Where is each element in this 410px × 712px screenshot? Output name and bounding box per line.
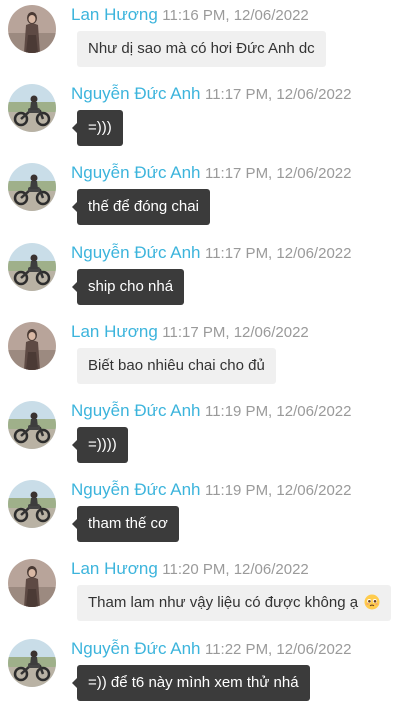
message-timestamp: 11:19 PM, 12/06/2022 <box>204 403 352 420</box>
message-header: Lan Hương 11:20 PM, 12/06/2022 <box>71 559 309 580</box>
message-bubble[interactable]: Như dị sao mà có hơi Đức Anh dc <box>77 31 326 67</box>
message-header: Nguyễn Đức Anh 11:17 PM, 12/06/2022 <box>71 243 351 264</box>
message-bubble[interactable]: thế để đóng chai <box>72 189 210 226</box>
sender-name[interactable]: Lan Hương <box>71 559 158 578</box>
sender-name[interactable]: Lan Hương <box>71 5 158 24</box>
message-text: Biết bao nhiêu chai cho đủ <box>88 356 265 374</box>
sender-name[interactable]: Nguyễn Đức Anh <box>71 84 201 103</box>
message-bubble[interactable]: Biết bao nhiêu chai cho đủ <box>77 347 276 384</box>
avatar[interactable] <box>8 559 56 608</box>
message-timestamp: 11:22 PM, 12/06/2022 <box>204 640 352 658</box>
message-bubble[interactable]: =)))) <box>72 427 128 463</box>
message-text: ship cho nhá <box>88 277 174 295</box>
chat-message: Nguyễn Đức Anh 11:17 PM, 12/06/2022 =))) <box>0 78 410 157</box>
sender-name[interactable]: Nguyễn Đức Anh <box>71 480 201 499</box>
message-timestamp: 11:17 PM, 12/06/2022 <box>162 323 309 341</box>
message-text: =)) để t6 này mình xem thử nhá <box>88 673 299 691</box>
message-text: Như dị sao mà có hơi Đức Anh dc <box>88 40 315 57</box>
message-header: Nguyễn Đức Anh 11:17 PM, 12/06/2022 <box>71 163 351 184</box>
sender-name[interactable]: Nguyễn Đức Anh <box>71 401 201 420</box>
pleading-face-icon <box>364 588 380 610</box>
chat-message: Nguyễn Đức Anh 11:17 PM, 12/06/2022 thế đ… <box>0 157 410 236</box>
message-bubble[interactable]: =))) <box>72 110 123 147</box>
message-bubble[interactable]: =)) để t6 này mình xem thử nhá <box>72 664 310 701</box>
chat-message: Nguyễn Đức Anh 11:19 PM, 12/06/2022 tham … <box>0 474 410 553</box>
message-bubble[interactable]: Tham lam như vậy liệu có được không ạ <box>77 585 392 622</box>
message-header: Nguyễn Đức Anh 11:19 PM, 12/06/2022 <box>71 480 351 501</box>
message-text: Tham lam như vậy liệu có được không ạ <box>88 594 359 612</box>
message-header: Lan Hương 11:17 PM, 12/06/2022 <box>71 322 309 343</box>
avatar[interactable] <box>8 480 56 529</box>
message-text: thế để đóng chai <box>88 198 199 216</box>
avatar[interactable] <box>8 401 56 449</box>
avatar[interactable] <box>8 163 56 212</box>
message-text: =)))) <box>88 436 117 453</box>
sender-name[interactable]: Lan Hương <box>71 322 158 341</box>
message-header: Nguyễn Đức Anh 11:17 PM, 12/06/2022 <box>71 84 351 105</box>
avatar[interactable] <box>8 5 56 53</box>
message-header: Nguyễn Đức Anh 11:19 PM, 12/06/2022 <box>71 401 351 422</box>
message-header: Lan Hương 11:16 PM, 12/06/2022 <box>71 5 309 26</box>
message-bubble[interactable]: tham thế cơ <box>72 506 179 543</box>
chat-message: Nguyễn Đức Anh 11:17 PM, 12/06/2022 ship … <box>0 237 410 316</box>
chat-message: Lan Hương 11:20 PM, 12/06/2022 Tham lam n… <box>0 553 410 632</box>
avatar[interactable] <box>8 242 56 291</box>
sender-name[interactable]: Nguyễn Đức Anh <box>71 639 201 658</box>
message-header: Nguyễn Đức Anh 11:22 PM, 12/06/2022 <box>71 639 351 660</box>
message-text: =))) <box>88 119 112 137</box>
message-text: tham thế cơ <box>88 515 168 533</box>
chat-message: Nguyễn Đức Anh 11:19 PM, 12/06/2022 =)))) <box>0 395 410 474</box>
sender-name[interactable]: Nguyễn Đức Anh <box>71 243 201 262</box>
avatar[interactable] <box>8 84 56 133</box>
message-timestamp: 11:17 PM, 12/06/2022 <box>204 165 352 183</box>
avatar[interactable] <box>8 321 56 370</box>
chat-message: Lan Hương 11:17 PM, 12/06/2022 Biết bao n… <box>0 316 410 395</box>
chat-message: Nguyễn Đức Anh 11:22 PM, 12/06/2022 =)) đ… <box>0 633 410 712</box>
message-timestamp: 11:20 PM, 12/06/2022 <box>162 561 309 579</box>
message-timestamp: 11:17 PM, 12/06/2022 <box>204 86 352 104</box>
chat-message: Lan Hương 11:16 PM, 12/06/2022 Như dị sao… <box>0 0 410 78</box>
avatar[interactable] <box>8 638 56 687</box>
message-bubble[interactable]: ship cho nhá <box>71 268 185 305</box>
message-timestamp: 11:17 PM, 12/06/2022 <box>204 244 352 262</box>
sender-name[interactable]: Nguyễn Đức Anh <box>71 163 201 182</box>
message-timestamp: 11:19 PM, 12/06/2022 <box>204 482 352 500</box>
message-timestamp: 11:16 PM, 12/06/2022 <box>162 7 309 24</box>
